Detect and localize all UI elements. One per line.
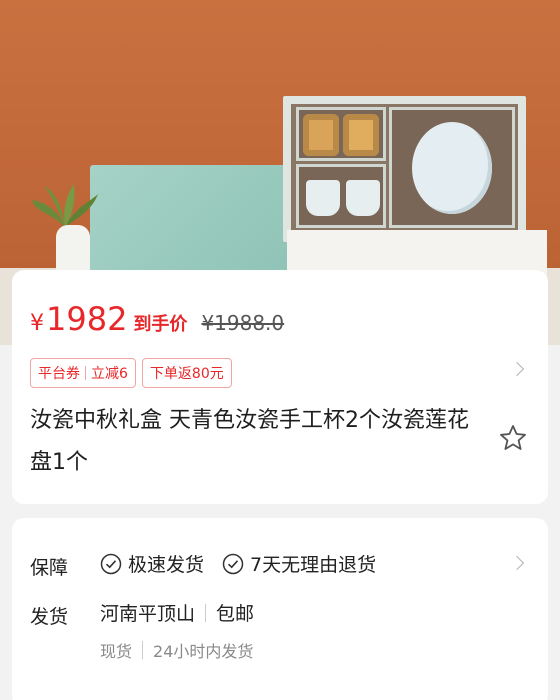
shipping-info: 河南平顶山 包邮 bbox=[100, 599, 254, 626]
platform-coupon-tag[interactable]: 平台券 立减6 bbox=[30, 358, 136, 388]
guarantee-label: 保障 bbox=[30, 557, 69, 579]
stock-info: 现货 24小时内发货 bbox=[100, 638, 253, 662]
check-circle-icon bbox=[100, 553, 122, 574]
vase bbox=[56, 225, 90, 275]
shipping-fee: 包邮 bbox=[216, 603, 255, 625]
service-card bbox=[12, 518, 548, 700]
gift-box-lid bbox=[90, 165, 288, 283]
price-currency: ¥ bbox=[30, 311, 44, 336]
price-row: ¥ 1982 到手价 ¥1988.0 bbox=[30, 300, 284, 338]
guarantee-fast-shipping: 极速发货 bbox=[128, 554, 205, 576]
divider bbox=[142, 641, 144, 659]
dispatch-time: 24小时内发货 bbox=[153, 642, 254, 661]
mooncake bbox=[303, 114, 339, 156]
guarantee-return: 7天无理由退货 bbox=[250, 554, 377, 576]
check-circle-icon bbox=[222, 553, 244, 574]
cup bbox=[346, 180, 380, 216]
coupon-type: 平台券 bbox=[38, 366, 80, 382]
mooncake bbox=[343, 114, 379, 156]
star-icon[interactable] bbox=[498, 423, 528, 453]
divider bbox=[205, 603, 207, 622]
cashback-text: 下单返80元 bbox=[149, 366, 224, 382]
cashback-tag[interactable]: 下单返80元 bbox=[141, 358, 232, 388]
price-label: 到手价 bbox=[133, 314, 188, 335]
cup bbox=[306, 180, 340, 216]
product-title: 汝瓷中秋礼盒 天青色汝瓷手工杯2个汝瓷莲花盘1个 bbox=[30, 408, 469, 475]
plant-leaves bbox=[32, 184, 98, 227]
ship-origin: 河南平顶山 bbox=[100, 603, 196, 625]
lotus-plate bbox=[412, 122, 492, 214]
guarantee-list[interactable]: 极速发货 7天无理由退货 bbox=[100, 550, 376, 577]
ship-label: 发货 bbox=[30, 606, 69, 628]
tag-divider bbox=[85, 366, 86, 380]
price-amount: 1982 bbox=[46, 300, 128, 338]
coupon-value: 立减6 bbox=[91, 366, 128, 382]
promo-tags[interactable]: 平台券 立减6 下单返80元 bbox=[30, 358, 232, 388]
original-price: ¥1988.0 bbox=[201, 311, 285, 335]
stock-status: 现货 bbox=[100, 642, 133, 661]
